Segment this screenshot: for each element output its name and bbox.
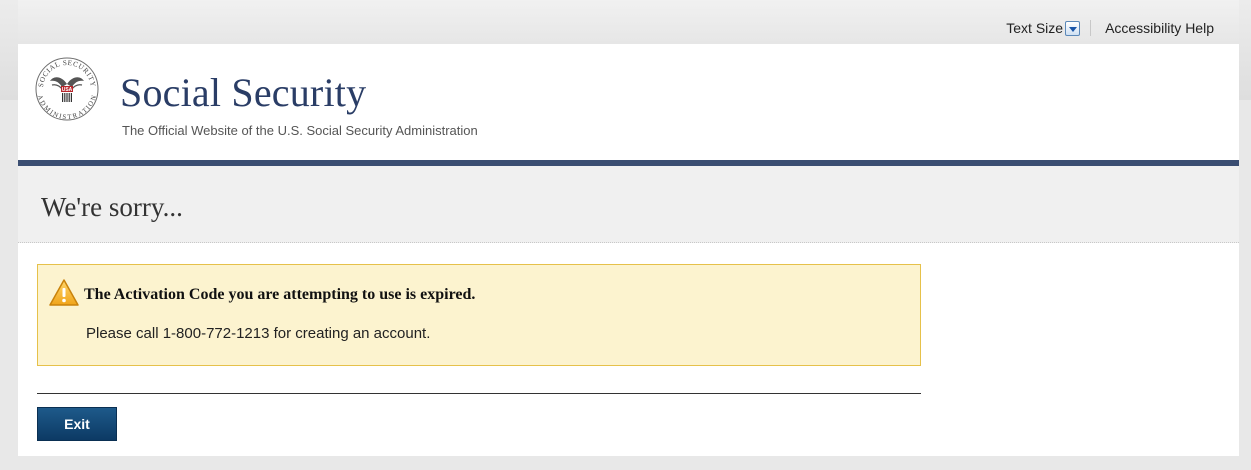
text-size-control[interactable]: Text Size xyxy=(1006,20,1081,36)
svg-text:USA: USA xyxy=(62,87,73,93)
alert-message: Please call 1-800-772-1213 for creating … xyxy=(86,325,431,342)
site-subtitle: The Official Website of the U.S. Social … xyxy=(122,123,478,138)
accessibility-help-link[interactable]: Accessibility Help xyxy=(1105,20,1214,36)
site-header: SOCIAL SECURITY ADMINISTRATION USA Socia… xyxy=(18,44,1239,166)
main-container: SOCIAL SECURITY ADMINISTRATION USA Socia… xyxy=(18,44,1239,456)
content-divider xyxy=(37,393,921,394)
alert-heading: The Activation Code you are attempting t… xyxy=(84,286,476,303)
utility-links: Text Size Accessibility Help xyxy=(1006,20,1214,36)
ssa-seal-icon[interactable]: SOCIAL SECURITY ADMINISTRATION USA xyxy=(35,57,99,121)
warning-icon xyxy=(49,279,79,306)
utility-bar: Text Size Accessibility Help xyxy=(18,0,1239,44)
utility-separator xyxy=(1090,20,1092,36)
page-title: We're sorry... xyxy=(41,192,183,222)
exit-button[interactable]: Exit xyxy=(37,407,117,441)
error-alert: The Activation Code you are attempting t… xyxy=(37,264,921,366)
site-title[interactable]: Social Security xyxy=(120,69,366,116)
text-size-label: Text Size xyxy=(1006,20,1064,36)
chevron-down-icon[interactable] xyxy=(1065,20,1081,36)
page-title-band: We're sorry... xyxy=(18,166,1239,243)
